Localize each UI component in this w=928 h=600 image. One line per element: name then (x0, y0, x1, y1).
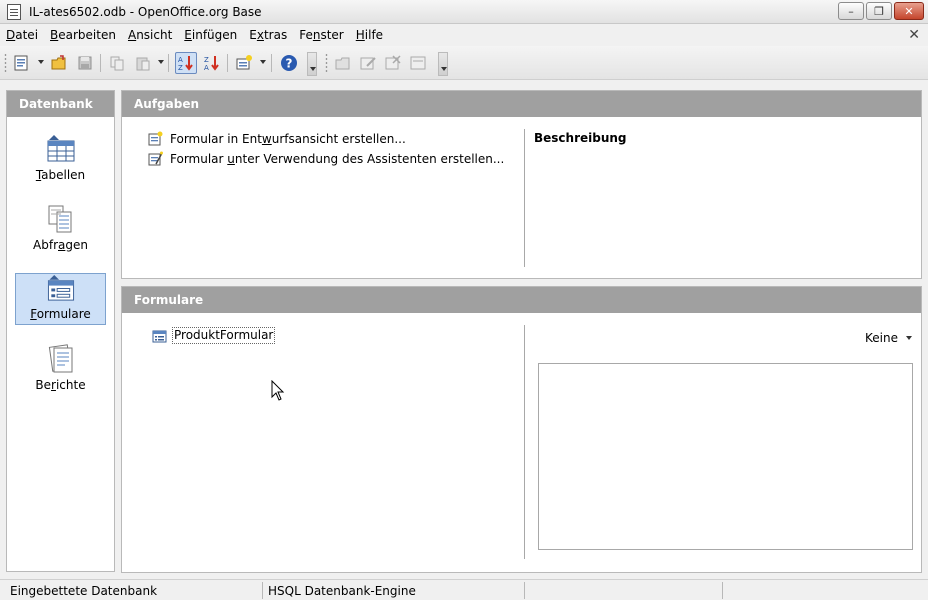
list-item[interactable]: ProduktFormular (152, 327, 276, 344)
window-controls: – ❐ ✕ (838, 2, 924, 20)
tasks-panel-header: Aufgaben (122, 91, 921, 117)
delete-form-icon (385, 55, 401, 70)
svg-text:A: A (204, 64, 209, 72)
menu-hilfe[interactable]: Hilfe (356, 28, 383, 42)
status-separator (722, 582, 723, 599)
table-icon (47, 135, 74, 162)
open-icon (51, 55, 66, 70)
form-entry-name: ProduktFormular (172, 327, 276, 344)
database-panel-header: Datenbank (7, 91, 114, 117)
new-button[interactable] (10, 52, 32, 74)
preview-mode-value: Keine (865, 331, 898, 345)
forms-panel: Formulare ProduktFormular Keine (121, 286, 922, 573)
new-icon (14, 55, 28, 71)
standard-toolbar: AZ ZA ? (0, 46, 928, 80)
menu-extras[interactable]: Extras (249, 28, 287, 42)
open-form-icon (335, 57, 350, 70)
svg-text:Z: Z (204, 56, 209, 64)
svg-text:?: ? (286, 57, 293, 71)
paste-icon (136, 57, 150, 71)
menu-einfuegen[interactable]: Einfügen (184, 28, 237, 42)
delete-form-button[interactable] (382, 52, 404, 74)
close-document-button[interactable]: ✕ (908, 27, 920, 43)
form-wizard-button[interactable] (233, 52, 255, 74)
toolbar-overflow-button[interactable] (307, 52, 317, 76)
toolbar-grip[interactable] (4, 53, 7, 73)
form-wizard-icon (148, 151, 163, 166)
save-icon (78, 56, 92, 70)
rename-form-button[interactable] (407, 52, 429, 74)
svg-text:Z: Z (178, 64, 183, 72)
preview-area (538, 363, 913, 550)
help-button[interactable]: ? (278, 52, 300, 74)
form-wizard-icon (236, 55, 252, 70)
edit-form-button[interactable] (357, 52, 379, 74)
toolbar-separator (227, 54, 228, 72)
open-button[interactable] (48, 52, 70, 74)
menu-datei[interactable]: Datei (6, 28, 38, 42)
toolbar-overflow-button[interactable] (438, 52, 448, 76)
sort-descending-button[interactable]: ZA (201, 52, 223, 74)
report-icon (48, 344, 72, 373)
sort-ascending-icon: AZ (178, 56, 193, 72)
close-button[interactable]: ✕ (894, 2, 924, 20)
minimize-button[interactable]: – (838, 2, 864, 20)
save-button[interactable] (74, 52, 96, 74)
query-icon (48, 205, 71, 233)
document-icon (7, 3, 21, 20)
form-icon (47, 274, 74, 301)
form-design-icon (148, 131, 163, 146)
maximize-button[interactable]: ❐ (866, 2, 892, 20)
menu-bar: Datei Bearbeiten Ansicht Einfügen Extras… (0, 24, 928, 46)
menu-ansicht[interactable]: Ansicht (128, 28, 172, 42)
status-database-engine: HSQL Datenbank-Engine (268, 584, 416, 598)
help-icon: ? (281, 55, 297, 71)
title-bar: IL-ates6502.odb - OpenOffice.org Base – … (0, 0, 928, 24)
status-bar: Eingebettete Datenbank HSQL Datenbank-En… (0, 579, 928, 600)
toolbar-separator (271, 54, 272, 72)
menu-fenster[interactable]: Fenster (299, 28, 344, 42)
sort-descending-icon: ZA (204, 56, 219, 72)
task-create-form-design-view[interactable]: Formular in Entwurfsansicht erstellen... (148, 131, 406, 146)
menu-bearbeiten[interactable]: Bearbeiten (50, 28, 116, 42)
status-separator (524, 582, 525, 599)
mouse-cursor-icon (271, 380, 285, 401)
edit-form-icon (360, 57, 376, 70)
copy-icon (110, 56, 124, 71)
forms-panel-header: Formulare (122, 287, 921, 313)
copy-button[interactable] (106, 52, 128, 74)
database-panel: Datenbank Tabellen Abfragen Formulare Be… (6, 90, 115, 572)
chevron-down-icon (905, 336, 912, 340)
tasks-divider (524, 129, 525, 267)
open-form-button[interactable] (332, 52, 354, 74)
sort-ascending-button[interactable]: AZ (175, 52, 197, 74)
window-title: IL-ates6502.odb - OpenOffice.org Base (29, 4, 262, 19)
task-create-form-wizard[interactable]: Formular unter Verwendung des Assistente… (148, 151, 504, 166)
paste-dropdown-arrow[interactable] (158, 60, 164, 64)
paste-button[interactable] (132, 52, 154, 74)
new-dropdown-arrow[interactable] (38, 60, 44, 64)
db-item-formulare[interactable]: Formulare (15, 273, 106, 325)
description-title: Beschreibung (534, 131, 627, 145)
svg-text:A: A (178, 56, 183, 64)
db-item-abfragen[interactable]: Abfragen (15, 203, 106, 255)
status-separator (262, 582, 263, 599)
toolbar-separator (100, 54, 101, 72)
db-item-tabellen[interactable]: Tabellen (15, 133, 106, 185)
rename-form-icon (410, 56, 426, 70)
toolbar-separator (168, 54, 169, 72)
forms-divider (524, 325, 525, 559)
form-wizard-dropdown-arrow[interactable] (260, 60, 266, 64)
preview-mode-select[interactable]: Keine (865, 331, 912, 345)
toolbar-grip[interactable] (325, 53, 328, 73)
form-document-icon (152, 330, 167, 342)
tasks-panel: Aufgaben Formular in Entwurfsansicht ers… (121, 90, 922, 279)
db-item-berichte[interactable]: Berichte (15, 343, 106, 395)
status-database-type: Eingebettete Datenbank (10, 584, 158, 598)
